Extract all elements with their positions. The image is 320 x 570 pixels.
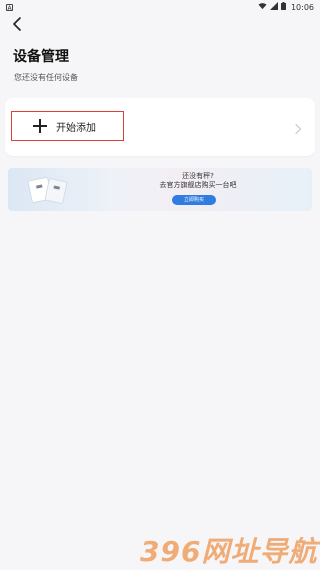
status-time: 10:06 bbox=[290, 2, 314, 12]
add-device-button[interactable]: 开始添加 bbox=[11, 111, 124, 141]
chevron-left-icon bbox=[12, 16, 22, 35]
back-button[interactable] bbox=[8, 16, 26, 34]
status-badge: A bbox=[6, 3, 13, 12]
device-card: 开始添加 bbox=[5, 98, 315, 156]
page-subtitle: 您还没有任何设备 bbox=[14, 73, 78, 82]
watermark: 396网址导航 bbox=[140, 535, 318, 568]
buy-now-button[interactable]: 立即购买 bbox=[172, 195, 216, 205]
status-left: A bbox=[6, 3, 13, 12]
battery-icon bbox=[280, 2, 286, 12]
page-title: 设备管理 bbox=[13, 49, 69, 65]
add-device-label: 开始添加 bbox=[56, 122, 96, 134]
top-bar bbox=[0, 14, 320, 36]
status-bar: A 10:06 bbox=[0, 0, 320, 14]
chevron-right-icon[interactable] bbox=[293, 120, 303, 135]
promo-text: 还没有秤? 去官方旗舰店购买一台吧 bbox=[8, 172, 312, 190]
status-right: 10:06 bbox=[258, 2, 314, 12]
wifi-icon bbox=[258, 2, 267, 12]
signal-icon bbox=[269, 2, 278, 12]
promo-line-2: 去官方旗舰店购买一台吧 bbox=[159, 181, 237, 189]
plus-icon bbox=[33, 119, 47, 133]
promo-banner[interactable]: 还没有秤? 去官方旗舰店购买一台吧 立即购买 bbox=[8, 168, 312, 211]
promo-line-1: 还没有秤? bbox=[182, 172, 214, 180]
